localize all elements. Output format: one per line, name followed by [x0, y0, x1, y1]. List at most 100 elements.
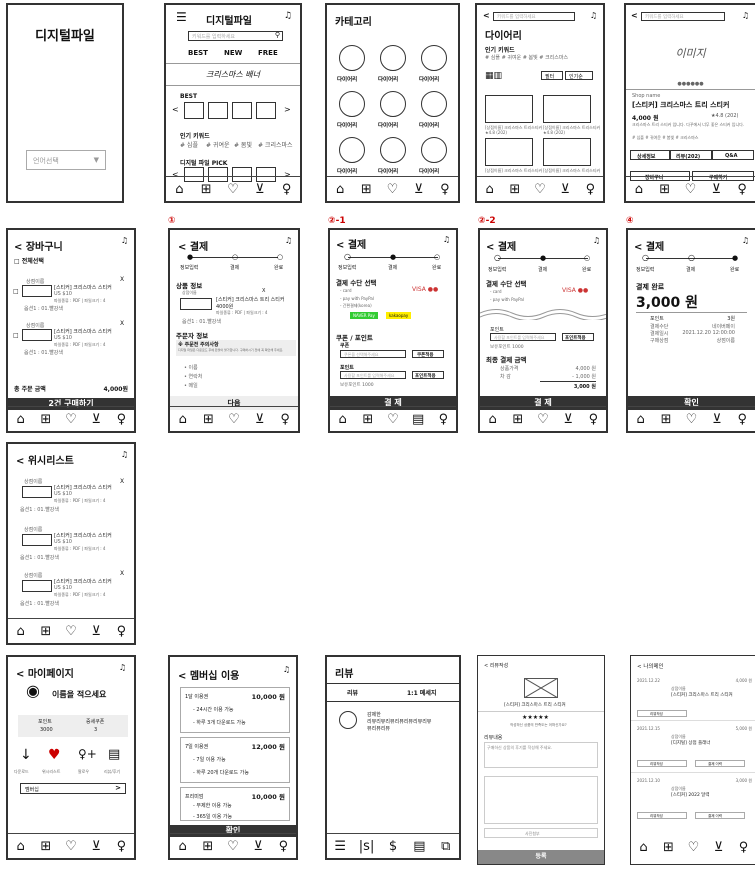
apply-point-button[interactable]: 포인트적용 — [562, 333, 594, 341]
category-item[interactable] — [339, 137, 365, 163]
home-icon[interactable]: ⌂ — [482, 182, 498, 197]
keyword-list[interactable]: # 심플 # 귀여운 # 봄빛 # 크리스마스 — [485, 54, 568, 61]
keyword-2[interactable]: # 귀여운 — [206, 140, 230, 149]
dollar-icon[interactable]: $ — [385, 839, 401, 854]
message-icon[interactable]: ▤ — [411, 839, 427, 854]
category-icon[interactable]: ⊞ — [38, 839, 54, 854]
cart-icon[interactable]: ⊻ — [709, 412, 725, 427]
home-icon[interactable]: ⌂ — [633, 412, 649, 427]
bell-icon[interactable]: ♫ — [121, 236, 128, 245]
heart-icon[interactable]: ♡ — [63, 624, 79, 639]
pay-option-card[interactable]: - card — [340, 288, 351, 293]
user-icon[interactable]: ♀ — [437, 182, 453, 197]
star-rating[interactable]: ★★★★★ — [522, 714, 549, 721]
user-icon[interactable]: ♀ — [585, 412, 601, 427]
product-card[interactable] — [485, 95, 533, 123]
keyword-3[interactable]: # 봄빛 — [234, 140, 252, 149]
field-email[interactable]: • 메일 — [184, 382, 198, 389]
user-icon[interactable]: ♀ — [734, 182, 750, 197]
kakaopay-button[interactable]: kakaopay — [386, 312, 412, 319]
search-input[interactable]: 키워드를 입력하세요 — [641, 12, 725, 21]
payment-history-button[interactable]: 결제 이력 — [695, 760, 745, 767]
heart-icon[interactable]: ♡ — [683, 412, 699, 427]
cart-icon[interactable]: ⊻ — [88, 412, 104, 427]
user-icon[interactable]: ♀ — [275, 839, 291, 854]
category-item[interactable] — [339, 45, 365, 71]
user-icon[interactable]: ♀ — [113, 412, 129, 427]
avatar-icon[interactable]: ◉ — [26, 681, 40, 700]
point-input[interactable]: 사용할 포인트를 입력해주세요 — [490, 333, 556, 341]
home-icon[interactable]: ⌂ — [171, 182, 187, 197]
heart-icon[interactable]: ♡ — [384, 182, 400, 197]
product-card[interactable] — [485, 138, 533, 166]
home-icon[interactable]: ⌂ — [13, 624, 29, 639]
payment-history-button[interactable]: 결제 이력 — [695, 812, 745, 819]
product-card[interactable] — [543, 138, 591, 166]
write-review-button[interactable]: 리뷰작성 — [637, 710, 687, 717]
category-item[interactable] — [421, 91, 447, 117]
heart-icon[interactable]: ♡ — [225, 182, 241, 197]
category-icon[interactable]: ⊞ — [198, 182, 214, 197]
best-item[interactable] — [232, 102, 252, 119]
bell-icon[interactable]: ♫ — [590, 11, 597, 20]
plan-card[interactable]: 1달 이용권 10,000 원 - 24시간 이용 가능 - 하루 3개 다운로… — [180, 687, 290, 733]
best-item[interactable] — [184, 102, 204, 119]
membership-row[interactable]: 멤버십 > — [20, 783, 126, 794]
keyword-4[interactable]: # 크리스마스 — [258, 140, 293, 149]
category-icon[interactable]: ⊞ — [360, 412, 376, 427]
bell-icon[interactable]: ♫ — [593, 236, 600, 245]
bell-icon[interactable]: ♫ — [121, 450, 128, 459]
user-icon[interactable]: ♀ — [279, 182, 295, 197]
close-icon[interactable]: X — [120, 276, 124, 283]
tab-message[interactable]: 1:1 메세지 — [407, 688, 436, 697]
pay-option-paypal[interactable]: - pay with PayPal — [340, 296, 374, 301]
category-icon[interactable]: ⊞ — [510, 412, 526, 427]
download-icon[interactable]: ↓ — [20, 747, 32, 763]
plan-card[interactable]: 프리미엄 10,000 원 - 무제한 이용 가능 - 365일 이용 가능 — [180, 787, 290, 821]
bell-icon[interactable]: ♫ — [742, 11, 749, 20]
home-icon[interactable]: ⌂ — [13, 839, 29, 854]
review-icon[interactable]: ▤ — [108, 747, 120, 762]
close-icon[interactable]: X — [120, 478, 124, 485]
apply-point-button[interactable]: 포인트적용 — [412, 371, 444, 379]
photo-attach-button[interactable]: 사진첨부 — [484, 828, 598, 838]
home-icon[interactable]: ⌂ — [485, 412, 501, 427]
user-icon[interactable]: ♀ — [277, 412, 293, 427]
category-icon[interactable]: ⊞ — [38, 624, 54, 639]
category-item[interactable] — [421, 137, 447, 163]
pay-option-paypal[interactable]: - pay with PayPal — [490, 297, 524, 302]
menu-icon[interactable]: ☰ — [332, 839, 348, 854]
field-name[interactable]: • 이름 — [184, 364, 198, 371]
tab-detail[interactable]: 상세정보 — [630, 150, 670, 160]
write-review-button[interactable]: 리뷰작성 — [637, 812, 687, 819]
bell-icon[interactable]: ♫ — [284, 11, 292, 21]
filter-button[interactable]: 필터 — [541, 71, 563, 80]
item-checkbox[interactable]: □ — [13, 332, 19, 339]
cart-icon[interactable]: ⊻ — [708, 182, 724, 197]
christmas-banner[interactable]: 크리스마스 배너 — [166, 69, 300, 80]
pay-option-card[interactable]: - card — [490, 289, 501, 294]
tab-new[interactable]: NEW — [224, 49, 242, 57]
plan-card[interactable]: 7일 이용권 12,000 원 - 7일 이용 가능 - 하루 20개 다운로드… — [180, 737, 290, 783]
point-input[interactable]: 사용할 포인트를 입력해주세요 — [340, 371, 406, 379]
home-icon[interactable]: ⌂ — [636, 840, 652, 855]
heart-icon[interactable]: ♡ — [385, 412, 401, 427]
bell-icon[interactable]: ♫ — [119, 663, 126, 672]
home-icon[interactable]: ⌂ — [631, 182, 647, 197]
cart-icon[interactable]: ⊻ — [250, 839, 266, 854]
category-icon[interactable]: ⊞ — [38, 412, 54, 427]
best-item[interactable] — [256, 102, 276, 119]
home-icon[interactable]: ⌂ — [175, 412, 191, 427]
heart-icon[interactable]: ♡ — [226, 412, 242, 427]
submit-button[interactable]: 등록 — [478, 850, 604, 864]
cart-icon[interactable]: ⊻ — [252, 412, 268, 427]
cart-icon[interactable]: ⊻ — [411, 182, 427, 197]
heart-icon[interactable]: ♡ — [686, 840, 702, 855]
bell-icon[interactable]: ♫ — [742, 236, 749, 245]
bell-icon[interactable]: ♫ — [283, 665, 290, 674]
chart-icon[interactable]: |s| — [359, 839, 375, 854]
cart-icon[interactable]: ⊻ — [252, 182, 268, 197]
cart-icon[interactable]: ⊻ — [560, 412, 576, 427]
product-card[interactable] — [543, 95, 591, 123]
cart-icon[interactable]: ⊻ — [711, 840, 727, 855]
